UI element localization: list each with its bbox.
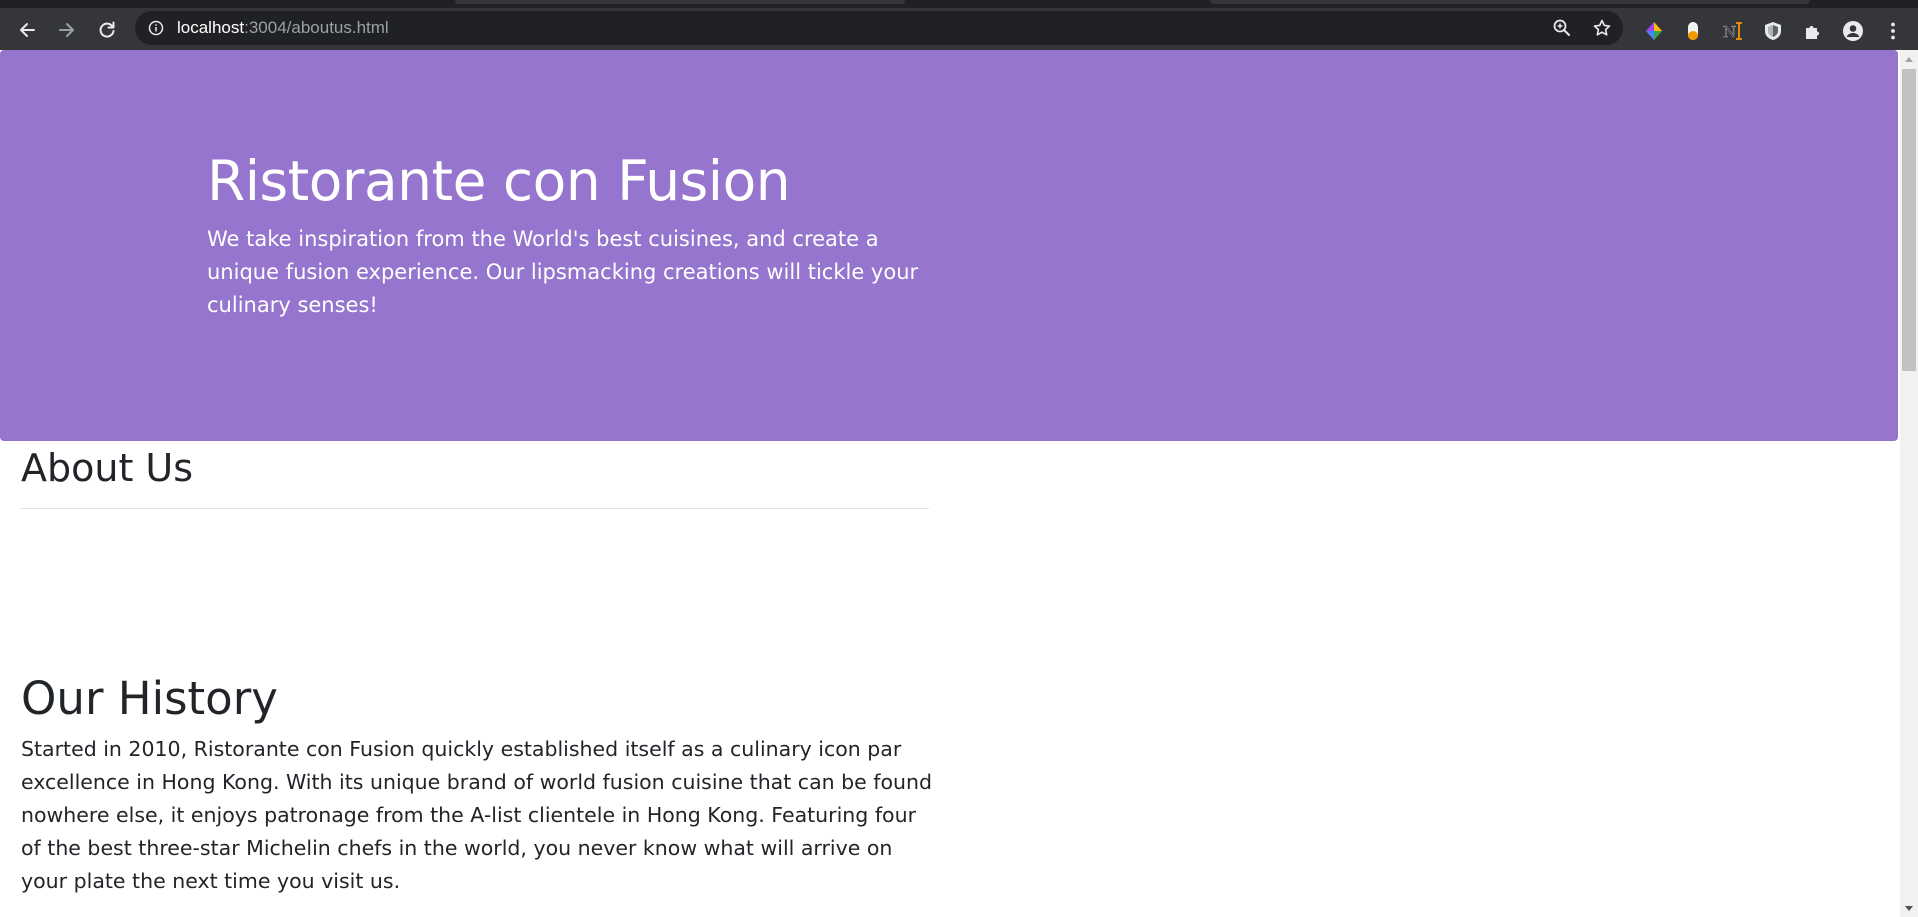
puzzle-icon[interactable] xyxy=(1802,20,1824,42)
tab-strip xyxy=(0,0,1918,8)
browser-chrome: localhost:3004/aboutus.html N xyxy=(0,0,1918,50)
url-host: localhost xyxy=(177,18,245,37)
web-page: Ristorante con Fusion We take inspiratio… xyxy=(0,50,1900,917)
shield-extension-icon[interactable] xyxy=(1762,20,1784,42)
vertical-scrollbar[interactable] xyxy=(1900,50,1918,917)
url-path: :3004/aboutus.html xyxy=(244,18,389,37)
back-arrow-icon xyxy=(20,23,35,37)
browser-toolbar: localhost:3004/aboutus.html N xyxy=(0,8,1918,50)
reload-icon xyxy=(99,21,115,38)
section-divider xyxy=(21,508,929,509)
about-us-heading: About Us xyxy=(21,446,194,490)
browser-tab[interactable] xyxy=(1210,0,1810,4)
back-button[interactable] xyxy=(13,16,41,44)
colorful-extension-icon[interactable] xyxy=(1643,20,1665,42)
menu-dots-icon[interactable] xyxy=(1882,20,1904,42)
our-history-heading: Our History xyxy=(21,672,278,725)
address-bar[interactable]: localhost:3004/aboutus.html xyxy=(135,11,1623,45)
forward-button[interactable] xyxy=(53,16,81,44)
reload-button[interactable] xyxy=(93,16,121,44)
scroll-down-arrow-icon[interactable] xyxy=(1900,900,1918,917)
info-icon[interactable] xyxy=(148,20,164,36)
scroll-up-arrow-icon[interactable] xyxy=(1900,50,1918,67)
hero-title: Ristorante con Fusion xyxy=(207,149,791,213)
forward-arrow-icon xyxy=(59,23,74,37)
star-icon[interactable] xyxy=(1592,18,1612,38)
hero-lead-text: We take inspiration from the World's bes… xyxy=(207,227,919,317)
ni-extension-icon[interactable]: N xyxy=(1722,20,1744,42)
history-paragraph: Started in 2010, Ristorante con Fusion q… xyxy=(21,737,933,893)
zoom-icon[interactable] xyxy=(1552,18,1572,38)
url-text[interactable]: localhost:3004/aboutus.html xyxy=(177,11,389,45)
pill-extension-icon[interactable] xyxy=(1682,20,1704,42)
svg-text:N: N xyxy=(1723,23,1736,41)
browser-tab[interactable] xyxy=(455,0,905,4)
scrollbar-thumb[interactable] xyxy=(1902,69,1916,371)
hero-banner: Ristorante con Fusion We take inspiratio… xyxy=(0,50,1898,441)
profile-icon[interactable] xyxy=(1842,20,1864,42)
